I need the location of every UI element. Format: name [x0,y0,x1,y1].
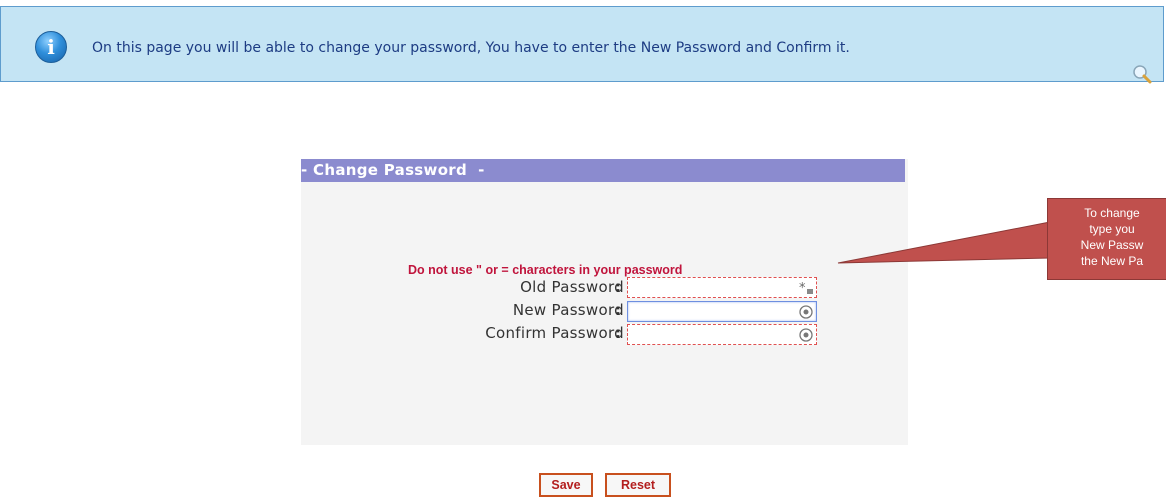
magnifier-icon[interactable] [1131,63,1153,85]
password-reveal-icon[interactable] [798,304,814,320]
panel-title: - Change Password - [301,159,905,182]
confirm-password-colon: : [615,324,621,342]
reset-button[interactable]: Reset [605,473,671,497]
old-password-field[interactable]: * [627,277,817,298]
info-banner-text: On this page you will be able to change … [92,40,850,56]
confirm-password-field[interactable] [627,324,817,345]
new-password-label: New Password [512,301,624,319]
new-password-colon: : [615,301,621,319]
old-password-colon: : [615,278,621,296]
save-button[interactable]: Save [539,473,593,497]
password-warning: Do not use " or = characters in your pas… [408,263,683,277]
info-icon: i [35,31,67,63]
old-password-label: Old Password [520,278,624,296]
callout-line: the New Pa [1080,254,1144,268]
instruction-callout: To change type you New Passw the New Pa [1047,198,1166,280]
callout-line: New Passw [1080,238,1144,252]
info-banner: i On this page you will be able to chang… [0,6,1164,85]
new-password-field[interactable] [627,301,817,322]
confirm-password-label: Confirm Password [485,324,624,342]
callout-line: type you [1089,222,1135,236]
callout-line: To change [1084,206,1140,220]
password-reveal-icon[interactable] [798,327,814,343]
change-password-panel: - Change Password - Do not use " or = ch… [301,159,908,497]
svg-text:*: * [799,281,806,296]
password-mask-icon[interactable]: * [798,280,814,296]
